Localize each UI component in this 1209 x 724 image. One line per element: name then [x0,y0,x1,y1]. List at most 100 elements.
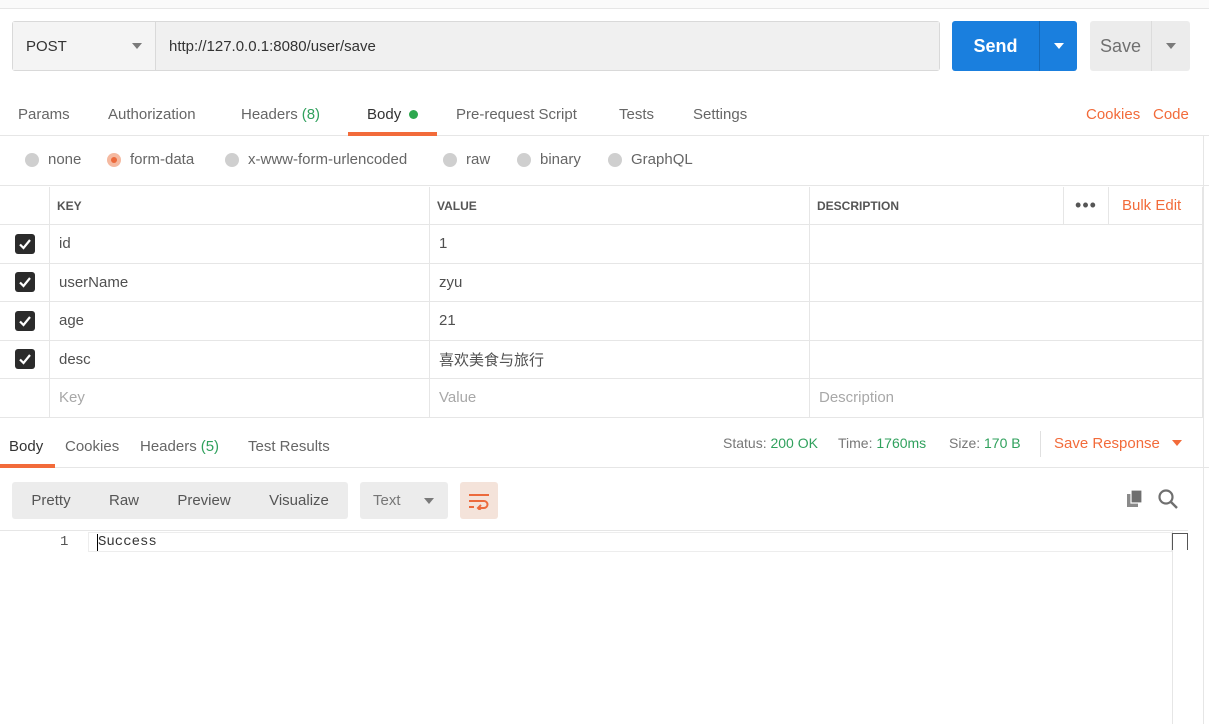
resp-tab-cookies[interactable]: Cookies [65,426,119,467]
cookies-link[interactable]: Cookies [1086,94,1140,135]
current-line-highlight [88,532,1172,552]
top-bar [0,0,1209,9]
vertical-scrollbar[interactable] [1172,531,1188,724]
save-options-button[interactable] [1151,21,1190,71]
key-cell[interactable]: desc [49,340,429,378]
value-cell[interactable]: zyu [429,263,809,301]
new-key-input[interactable]: Key [49,379,429,417]
radio-raw[interactable]: raw [443,151,490,168]
resp-tab-test-results[interactable]: Test Results [248,426,330,467]
radio-circle-icon [443,152,457,167]
value-cell[interactable]: 21 [429,302,809,340]
resp-tab-body-label: Body [9,438,44,455]
tab-body[interactable]: Body [367,94,419,135]
new-description-input[interactable]: Description [809,379,1203,417]
radio-graphql[interactable]: GraphQL [608,151,693,168]
description-cell[interactable] [809,302,1203,340]
value-cell[interactable]: 1 [429,225,809,263]
resp-tab-headers[interactable]: Headers (5) [140,426,219,467]
time-readout: Time: 1760ms [838,426,926,460]
more-options-icon[interactable]: ••• [1063,187,1109,224]
chevron-down-icon [1166,43,1176,49]
radio-binary-label: binary [540,151,581,168]
form-data-table: KEY VALUE DESCRIPTION ••• Bulk Edit id 1… [0,187,1203,418]
bulk-edit-link[interactable]: Bulk Edit [1122,187,1181,224]
copy-icon[interactable] [1124,488,1146,510]
method-select[interactable]: POST [13,22,156,70]
tab-headers-label: Headers [241,106,298,123]
row-checkbox-cell [0,379,49,417]
view-visualize-button[interactable]: Visualize [250,482,348,519]
wrap-lines-icon [469,493,489,510]
row-checkbox-cell [0,341,49,379]
wrap-lines-button[interactable] [460,482,498,519]
value-cell[interactable]: 喜欢美食与旅行 [429,340,809,378]
key-cell[interactable]: userName [49,263,429,301]
radio-urlencoded[interactable]: x-www-form-urlencoded [225,151,407,168]
send-options-button[interactable] [1039,21,1077,71]
row-checkbox[interactable] [14,310,35,331]
row-checkbox-cell [0,264,49,302]
row-checkbox-cell [0,225,49,263]
cookies-link-label: Cookies [1086,106,1141,123]
radio-form-data[interactable]: form-data [107,151,194,168]
active-resp-tab-indicator [0,464,55,468]
radio-circle-icon [25,152,39,167]
status-value[interactable]: 200 OK [770,435,817,451]
send-button-group: Send [952,21,1077,71]
code-link-label: Code [1153,106,1189,123]
radio-binary[interactable]: binary [517,151,581,168]
resp-tab-cookies-label: Cookies [65,438,120,455]
radio-circle-icon [225,152,239,167]
description-cell[interactable] [809,263,1203,301]
time-value[interactable]: 1760ms [876,435,926,451]
send-button[interactable]: Send [952,21,1039,71]
time-label: Time: [838,435,873,451]
tab-tests-label: Tests [619,106,655,123]
tab-params[interactable]: Params [18,94,70,135]
row-checkbox[interactable] [14,272,35,293]
radio-graphql-label: GraphQL [631,151,693,168]
row-checkbox-cell [0,302,49,340]
tab-headers[interactable]: Headers (8) [241,94,320,135]
view-raw-button[interactable]: Raw [90,482,158,519]
view-pretty-button[interactable]: Pretty [12,482,90,519]
save-button-group: Save [1090,21,1190,71]
key-cell[interactable]: age [49,302,429,340]
tab-tests[interactable]: Tests [619,94,654,135]
key-cell[interactable]: id [49,225,429,263]
url-input[interactable] [156,22,939,70]
response-body-text[interactable]: Success [98,534,157,550]
header-description-label: DESCRIPTION [817,198,900,213]
table-row: desc 喜欢美食与旅行 [0,340,1203,379]
tab-pre-request-script[interactable]: Pre-request Script [456,94,577,135]
tab-authorization-label: Authorization [108,106,196,123]
description-cell[interactable] [809,340,1203,378]
radio-circle-icon [517,152,531,167]
radio-none[interactable]: none [25,151,81,168]
code-link[interactable]: Code [1153,94,1189,135]
tab-body-label: Body [367,106,402,123]
scrollbar-thumb[interactable] [1172,533,1188,550]
resp-tab-headers-label: Headers [140,438,197,455]
row-checkbox[interactable] [14,349,35,370]
tab-authorization[interactable]: Authorization [108,94,196,135]
status-label: Status: [723,435,767,451]
chevron-down-icon [1053,43,1064,49]
resp-tab-body[interactable]: Body [9,426,43,467]
row-checkbox[interactable] [14,233,35,254]
checkmark-icon [18,316,31,327]
tab-settings[interactable]: Settings [693,94,747,135]
chevron-down-icon [132,43,142,49]
response-body-editor[interactable]: 1 Success [0,530,1188,724]
header-key: KEY [49,187,429,224]
new-value-input[interactable]: Value [429,379,809,417]
save-button[interactable]: Save [1090,21,1151,71]
status-readout: Status: 200 OK [723,426,818,460]
size-value[interactable]: 170 B [984,435,1021,451]
description-cell[interactable] [809,225,1203,263]
save-response-button[interactable]: Save Response [1054,426,1182,460]
search-icon[interactable] [1157,488,1179,510]
format-select[interactable]: Text [360,482,448,519]
view-preview-button[interactable]: Preview [158,482,250,519]
